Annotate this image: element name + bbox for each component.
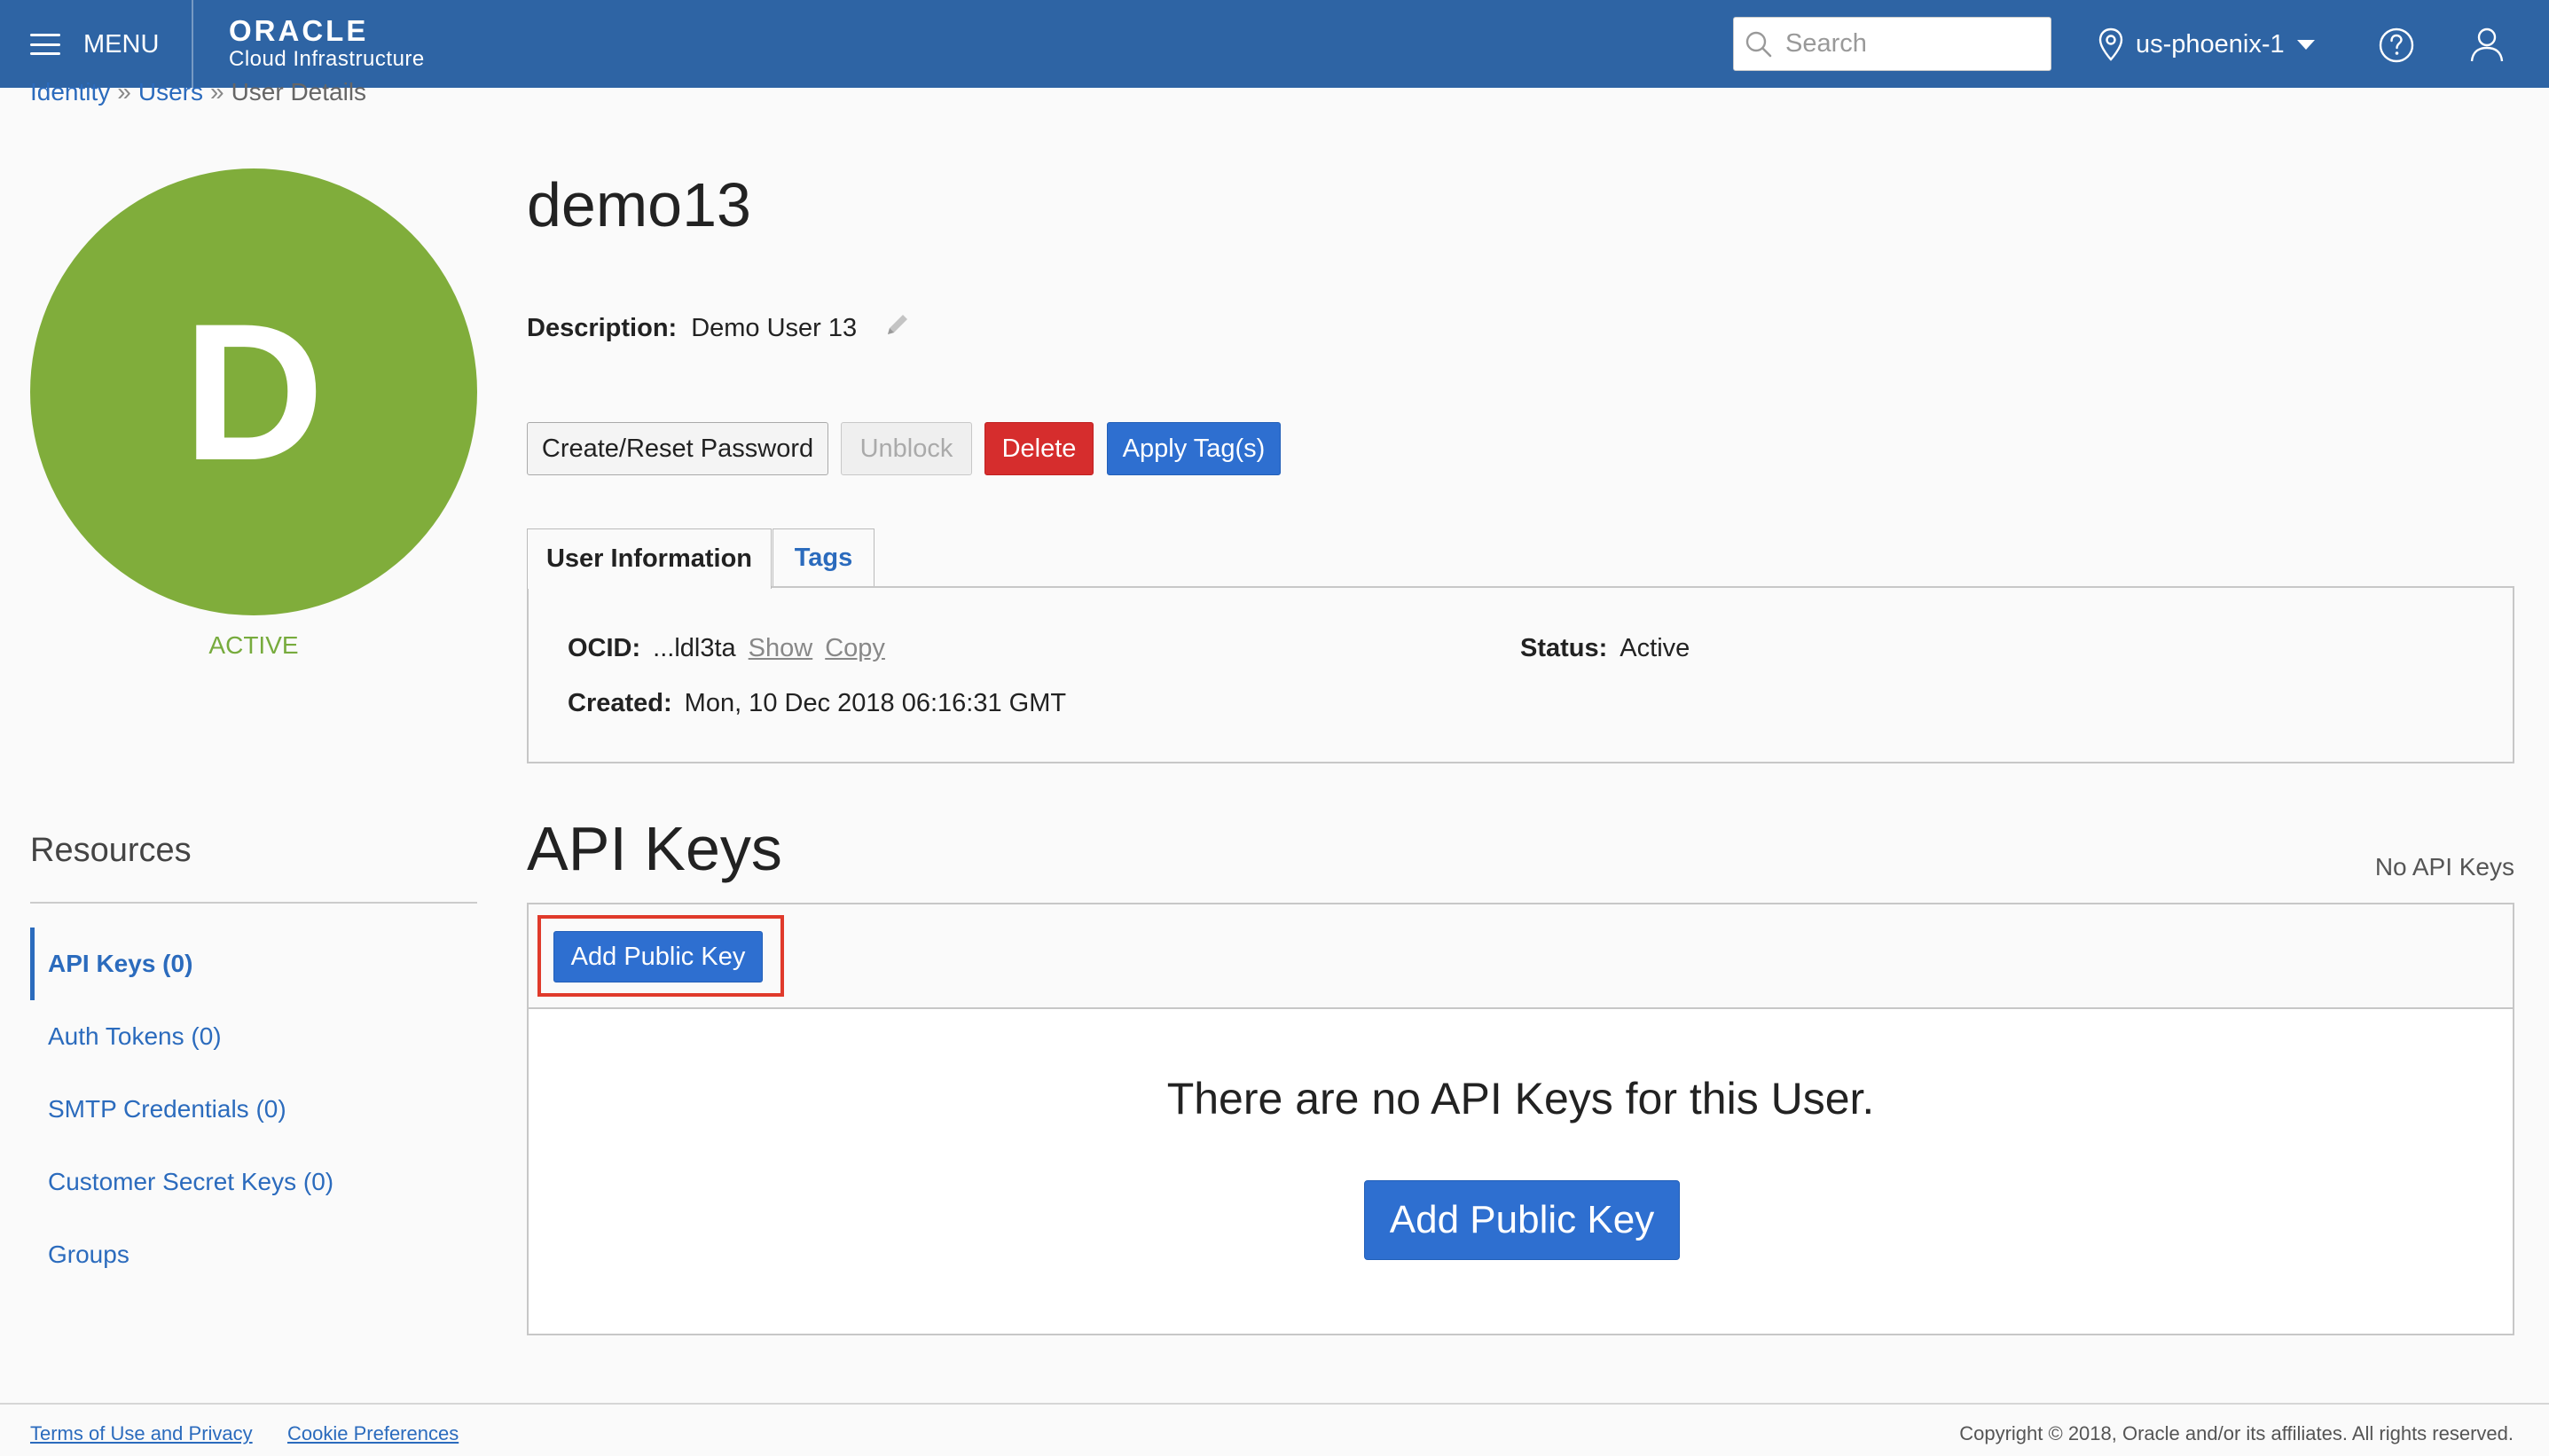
breadcrumb-current: User Details [231,78,367,106]
breadcrumb-identity[interactable]: Identity [30,78,110,106]
breadcrumb-separator: » [209,78,224,106]
ocid-copy-link[interactable]: Copy [825,634,885,662]
status-label: Status: [1520,634,1608,662]
hamburger-icon [30,34,60,55]
description-value: Demo User 13 [691,313,858,342]
add-public-key-empty-button[interactable]: Add Public Key [1364,1180,1680,1260]
menu-button[interactable]: MENU [30,23,159,66]
help-icon[interactable] [2379,27,2414,67]
status-row: Status: Active [1520,634,1690,663]
api-keys-panel: Add Public Key There are no API Keys for… [527,903,2514,1335]
page-footer: Terms of Use and Privacy Cookie Preferen… [0,1403,2549,1456]
resource-item-groups[interactable]: Groups [30,1218,333,1291]
delete-button[interactable]: Delete [984,422,1094,475]
tab-user-information[interactable]: User Information [527,528,772,589]
ocid-row: OCID: ...ldl3ta Show Copy [568,634,885,663]
brand-logo-text: ORACLE [229,14,369,47]
resources-heading: Resources [30,832,192,869]
resource-item-customer-secret-keys[interactable]: Customer Secret Keys (0) [30,1146,333,1218]
ocid-label: OCID: [568,634,641,662]
ocid-value: ...ldl3ta [653,634,736,662]
chevron-down-icon [2296,39,2315,50]
cookie-preferences-link[interactable]: Cookie Preferences [287,1422,459,1445]
user-avatar: D [30,168,477,615]
description-row: Description: Demo User 13 [527,310,912,346]
resource-item-api-keys[interactable]: API Keys (0) [30,928,333,1000]
empty-state-message: There are no API Keys for this User. [1166,1074,1875,1123]
api-keys-toolbar: Add Public Key [529,904,2513,1009]
created-value: Mon, 10 Dec 2018 06:16:31 GMT [684,689,1067,717]
search-input[interactable] [1784,28,2041,59]
header-divider [192,0,193,88]
api-keys-count: No API Keys [2374,853,2514,881]
breadcrumb-separator: » [117,78,131,106]
search-box[interactable] [1733,17,2051,71]
menu-label: MENU [83,29,160,59]
breadcrumb-users[interactable]: Users [138,78,203,106]
created-label: Created: [568,689,672,717]
resource-item-auth-tokens[interactable]: Auth Tokens (0) [30,1000,333,1073]
resource-item-smtp-credentials[interactable]: SMTP Credentials (0) [30,1073,333,1146]
api-keys-heading: API Keys [527,814,782,883]
user-state-label: ACTIVE [208,631,299,659]
ocid-show-link[interactable]: Show [749,634,813,662]
terms-link[interactable]: Terms of Use and Privacy [30,1422,253,1445]
breadcrumb: Identity» Users» User Details [30,78,366,106]
create-reset-password-button[interactable]: Create/Reset Password [527,422,828,475]
page-title: demo13 [527,170,751,239]
region-name: us-phoenix-1 [2136,29,2285,59]
description-label: Description: [527,313,678,342]
location-pin-icon [2098,27,2123,61]
oracle-logo[interactable]: ORACLE Cloud Infrastructure [229,16,425,73]
copyright-text: Copyright © 2018, Oracle and/or its affi… [1959,1422,2514,1444]
user-profile-icon[interactable] [2469,26,2505,67]
edit-pencil-icon[interactable] [883,310,912,346]
apply-tags-button[interactable]: Apply Tag(s) [1107,422,1281,475]
resources-nav: API Keys (0) Auth Tokens (0) SMTP Creden… [30,928,333,1291]
status-value: Active [1620,634,1690,662]
region-selector[interactable]: us-phoenix-1 [2098,23,2315,66]
user-information-panel: OCID: ...ldl3ta Show Copy Created: Mon, 10 D… [527,586,2514,763]
resources-divider [30,902,477,904]
brand-subtitle: Cloud Infrastructure [229,47,425,71]
tab-tags[interactable]: Tags [773,528,875,587]
created-row: Created: Mon, 10 Dec 2018 06:16:31 GMT [568,689,1066,718]
unblock-button[interactable]: Unblock [841,422,972,475]
search-icon [1745,31,1772,57]
add-public-key-button[interactable]: Add Public Key [553,931,763,982]
top-header: MENU ORACLE Cloud Infrastructure us-phoe… [0,0,2549,88]
